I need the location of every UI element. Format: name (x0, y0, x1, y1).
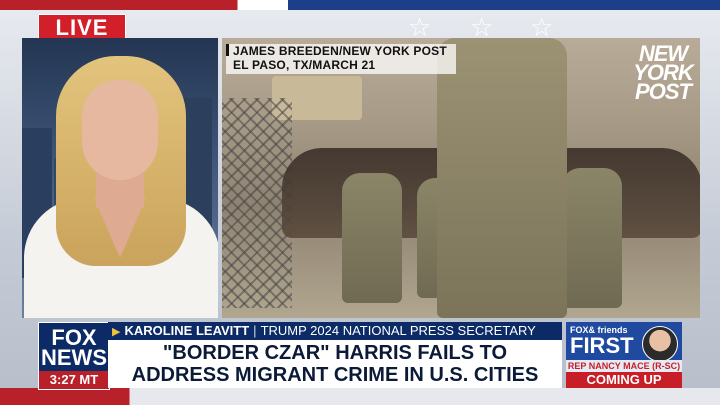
headline-banner: "BORDER CZAR" HARRIS FAILS TO ADDRESS MI… (108, 340, 562, 388)
promo-show-name: FIRST (570, 333, 634, 358)
photo-credit-line1: JAMES BREEDEN/NEW YORK POST (233, 44, 447, 58)
promo-guest: REP NANCY MACE (R-SC) (566, 360, 682, 372)
photo-credit-line2: EL PASO, TX/MARCH 21 (233, 58, 376, 72)
nameplate-separator: | (253, 323, 257, 338)
watermark-line3: POST (635, 79, 692, 104)
fox-news-logo: FOX NEWS 3:27 MT (38, 322, 110, 390)
guest-portrait (642, 326, 678, 362)
guest-title: TRUMP 2024 NATIONAL PRESS SECRETARY (260, 323, 536, 338)
star-icon: ☆ (408, 12, 432, 42)
blouse-neckline (94, 198, 146, 258)
soldier-foreground (437, 38, 567, 318)
soldier (342, 173, 402, 303)
headline-line1: "BORDER CZAR" HARRIS FAILS TO (162, 342, 508, 364)
new-york-post-watermark: NEW YORK POST (628, 43, 698, 104)
soldier (562, 168, 622, 308)
guest-face (82, 80, 158, 180)
logo-news: NEWS (41, 345, 107, 370)
play-arrow-icon: ▶ (112, 326, 121, 338)
star-icon: ☆ (530, 12, 554, 42)
promo-status: COMING UP (566, 372, 682, 388)
guest-name: KAROLINE LEAVITT (124, 323, 250, 338)
bottom-flag-stripe (0, 388, 720, 405)
broadcast-clock: 3:27 MT (39, 371, 109, 389)
top-flag-stripe (0, 0, 720, 10)
headline-line2: ADDRESS MIGRANT CRIME IN U.S. CITIES (131, 364, 539, 386)
star-icon: ☆ (470, 12, 494, 42)
anchor-video-pane (22, 38, 218, 318)
guest-nameplate: ▶ KAROLINE LEAVITT | TRUMP 2024 NATIONAL PR… (108, 322, 562, 340)
show-promo: FOX& friends FIRST REP NANCY MACE (R-SC)… (566, 322, 682, 388)
photo-credit: JAMES BREEDEN/NEW YORK POST EL PASO, TX/… (226, 44, 456, 72)
